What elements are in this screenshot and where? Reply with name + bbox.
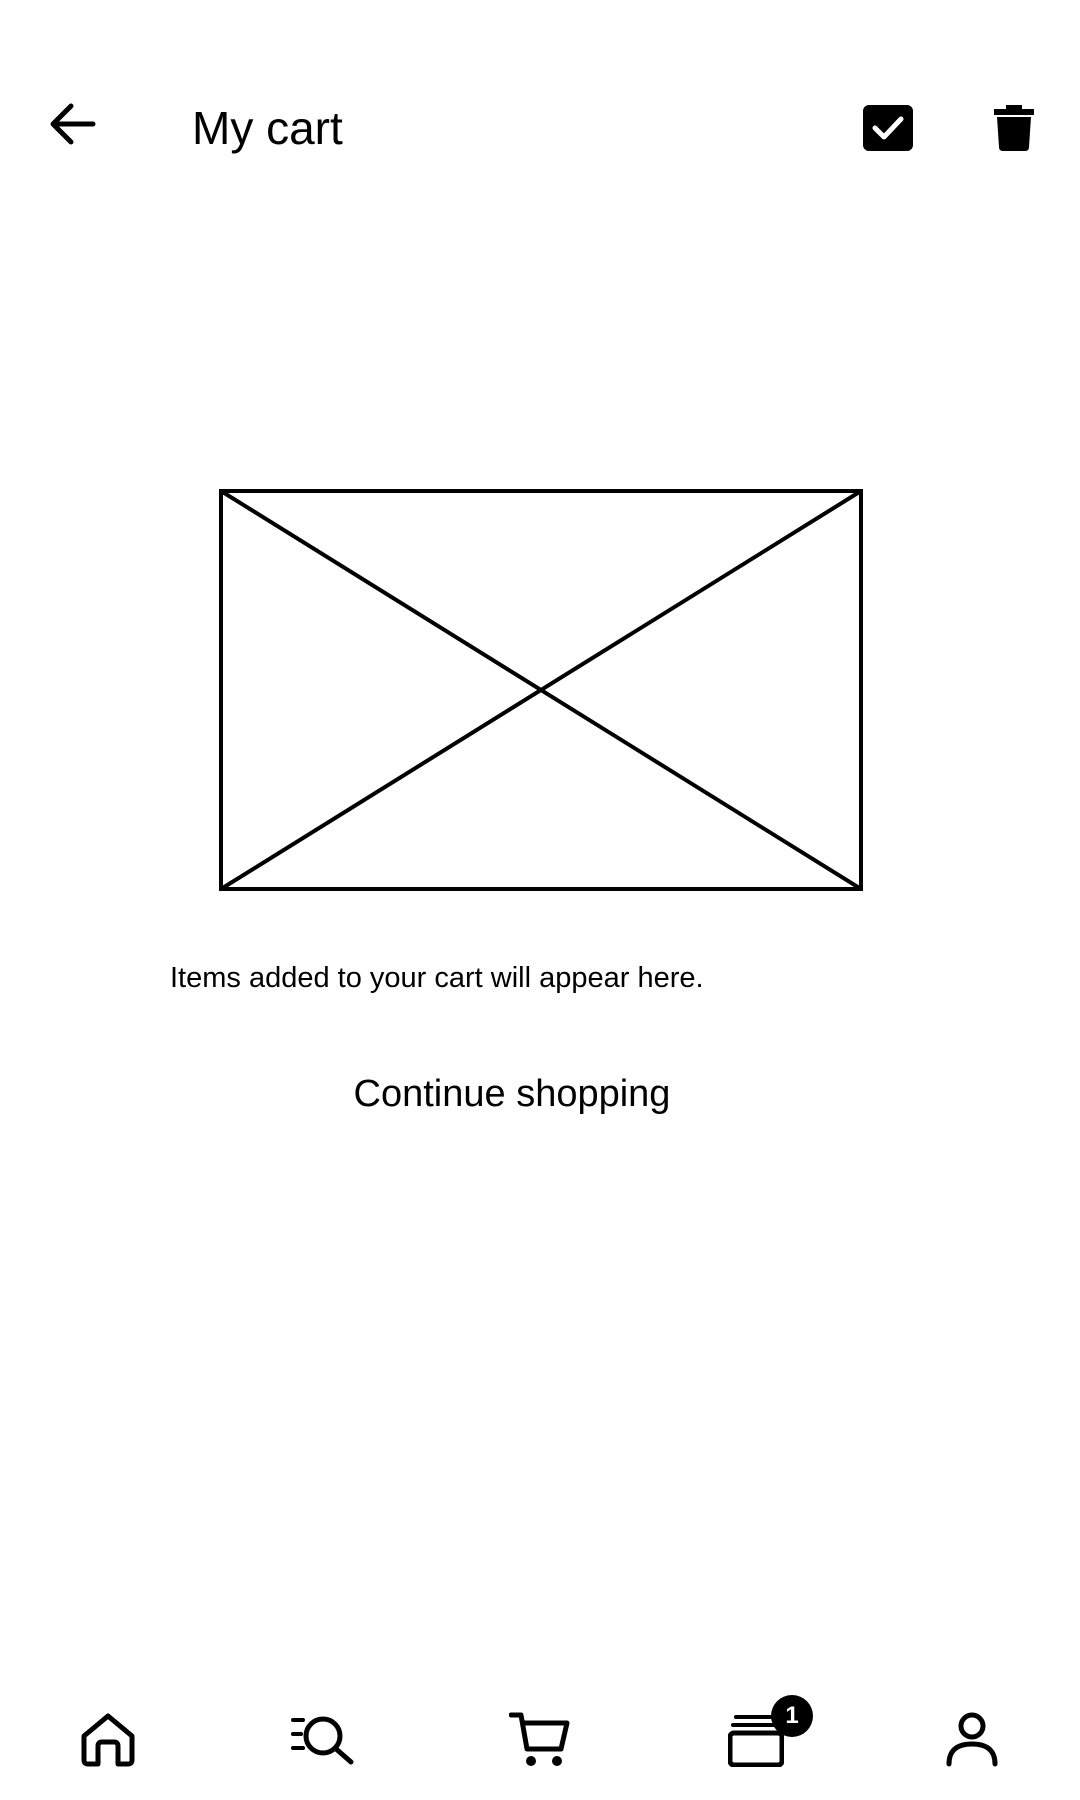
nav-search[interactable] [285,1700,365,1780]
bottom-nav: 1 [0,1680,1080,1800]
home-icon [81,1713,135,1767]
continue-shopping-button[interactable]: Continue shopping [300,1062,724,1126]
nav-home[interactable] [68,1700,148,1780]
cart-icon [509,1712,570,1766]
trash-icon [994,105,1034,151]
empty-cart-message: Items added to your cart will appear her… [170,962,704,994]
delete-button[interactable] [990,100,1038,156]
user-icon [946,1712,998,1767]
orders-count-badge: 1 [771,1695,813,1737]
image-placeholder-icon [219,489,863,891]
back-button[interactable] [40,92,104,156]
app-header: My cart [0,0,1080,260]
nav-account[interactable] [932,1700,1012,1780]
checkbox-checked-icon [863,105,913,151]
page-title: My cart [192,102,343,154]
arrow-left-icon [50,103,96,145]
nav-cart[interactable] [500,1700,580,1780]
search-list-icon [291,1716,354,1765]
nav-orders[interactable]: 1 [716,1695,813,1780]
empty-cart-image [219,489,863,891]
select-all-button[interactable] [860,100,916,156]
